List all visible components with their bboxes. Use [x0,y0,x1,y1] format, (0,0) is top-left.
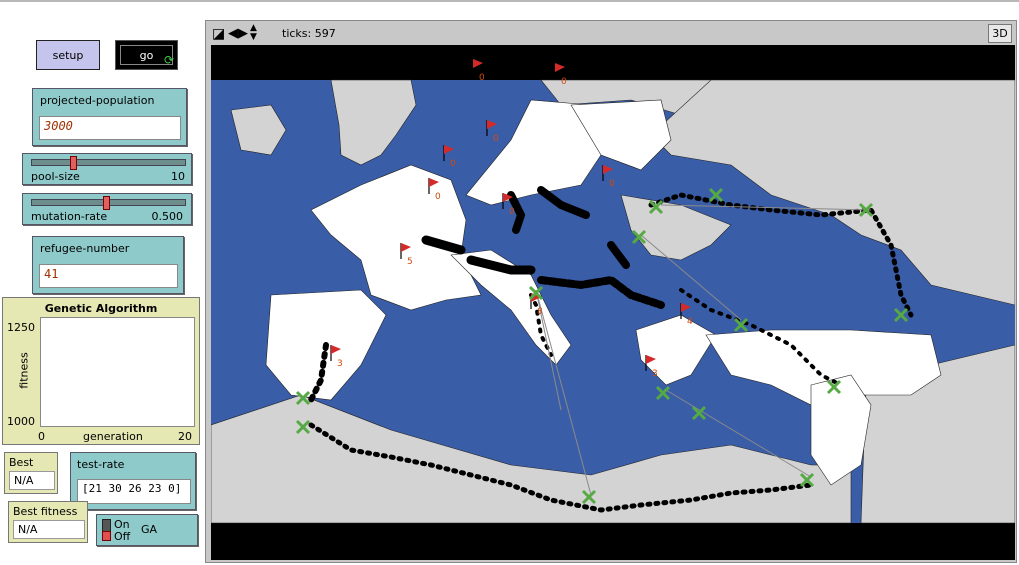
cross-marker-icon [858,202,874,218]
setup-label: setup [52,48,84,62]
cross-marker-icon [733,317,749,333]
flag-count-label: 5 [407,257,413,267]
cross-marker-icon [708,187,724,203]
switch-name: GA [141,523,158,536]
plot-xlabel: generation [83,430,143,443]
flag-count-label: 4 [687,317,693,327]
projected-population-input-box: projected-population 3000 [32,88,187,146]
setup-button[interactable]: setup [36,40,100,70]
vertical-resize-icon[interactable]: ▲ ▼ [250,24,257,42]
flag-marker: 3 [645,355,658,379]
flag-count-label: 0 [609,179,615,189]
flag-icon [503,193,513,202]
switch-off-label: Off [114,530,131,543]
plot-ylabel: fitness [17,352,31,389]
refugee-number-input-box: refugee-number 41 [32,236,184,294]
cross-marker-icon [691,405,707,421]
flag-icon [681,303,691,312]
flag-icon [401,243,411,252]
pool-size-value: 10 [171,170,185,183]
cross-marker-icon [826,379,842,395]
flag-count-label: 0 [561,77,567,87]
flag-count-label: 0 [450,159,456,169]
horizontal-resize-icon[interactable]: ◀▶ [228,26,248,41]
plot-title: Genetic Algorithm [44,302,158,315]
mutation-rate-label: mutation-rate [31,210,108,223]
best-fitness-value: N/A [13,520,85,539]
cross-marker-icon [655,385,671,401]
best-rate-value: N/A [9,471,55,490]
flag-icon [429,178,439,187]
cross-marker-icon [799,472,815,488]
ticks-counter: ticks: 597 [282,27,336,40]
go-button[interactable]: go ⟳ [115,40,178,70]
plot-ymax: 1250 [7,321,35,334]
cross-marker-icon [295,419,311,435]
flag-count-label: 0 [509,207,515,217]
plot-area [40,317,195,427]
flag-marker: 0 [486,120,499,144]
best-rate-monitor: Best rate N/A [4,452,58,494]
flag-count-label: 0 [493,134,499,144]
flag-count-label: 8 [537,307,543,317]
edit-icon[interactable]: ◪ [212,26,225,42]
world-map[interactable]: 0 0 0 0 0 0 0 5 3 8 4 3 [211,45,1015,560]
flag-count-label: 0 [435,192,441,202]
flag-icon [331,345,341,354]
pool-size-track[interactable] [31,159,186,166]
3d-button[interactable]: 3D [988,24,1012,43]
best-fitness-monitor: Best fitness N/A [8,501,88,543]
flag-count-label: 3 [652,369,658,379]
cross-marker-icon [631,229,647,245]
flag-marker: 0 [472,59,485,83]
flag-marker: 0 [428,178,441,202]
plot-xmin: 0 [38,430,45,443]
cross-marker-icon [581,489,597,505]
pool-size-label: pool-size [31,170,80,183]
world-view-frame: ◪ ◀▶ ▲ ▼ ticks: 597 3D 0 0 0 0 0 0 0 5 3… [205,20,1017,563]
test-rate-label: test-rate [77,458,125,471]
plot-ymin: 1000 [7,415,35,428]
flag-icon [646,355,656,364]
projected-population-input[interactable]: 3000 [39,116,181,140]
test-rate-input-box: test-rate [21 30 26 23 0] [70,452,196,510]
flag-count-label: 3 [337,359,343,369]
pool-size-knob[interactable] [70,156,77,170]
flag-icon [487,120,497,129]
3d-button-label: 3D [992,27,1008,40]
cross-marker-icon [648,199,664,215]
test-rate-input[interactable]: [21 30 26 23 0] [77,479,191,504]
mutation-rate-knob[interactable] [103,196,110,210]
flag-marker: 0 [554,63,567,87]
forever-icon: ⟳ [163,53,174,67]
ga-switch[interactable]: On Off GA [96,514,198,546]
flag-marker: 3 [330,345,343,369]
go-label: go [139,48,154,62]
plot-xmax: 20 [178,430,192,443]
top-border [0,0,1019,2]
mutation-rate-slider[interactable]: mutation-rate 0.500 [22,193,192,225]
projected-population-label: projected-population [40,94,155,107]
flag-icon [444,145,454,154]
cross-marker-icon [893,307,909,323]
flag-marker: 0 [602,165,615,189]
mutation-rate-value: 0.500 [151,210,184,223]
flag-marker: 0 [443,145,456,169]
best-fitness-label: Best fitness [13,505,78,518]
flag-marker: 4 [680,303,693,327]
flag-icon [603,165,613,174]
markers-layer: 0 0 0 0 0 0 0 5 3 8 4 3 [295,59,909,505]
genetic-algorithm-plot: Genetic Algorithm 1250 1000 fitness 0 ge… [2,297,200,445]
cross-marker-icon [295,390,311,406]
refugee-number-label: refugee-number [40,242,130,255]
view-toolbar-icons: ◪ ◀▶ ▲ ▼ [212,24,262,44]
flag-icon [555,63,565,72]
refugee-number-input[interactable]: 41 [39,264,178,288]
switch-knob[interactable] [102,531,111,541]
flag-marker: 5 [400,243,413,267]
flag-count-label: 0 [479,73,485,83]
pool-size-slider[interactable]: pool-size 10 [22,153,192,185]
flag-icon [473,59,483,68]
flag-marker: 0 [502,193,515,217]
